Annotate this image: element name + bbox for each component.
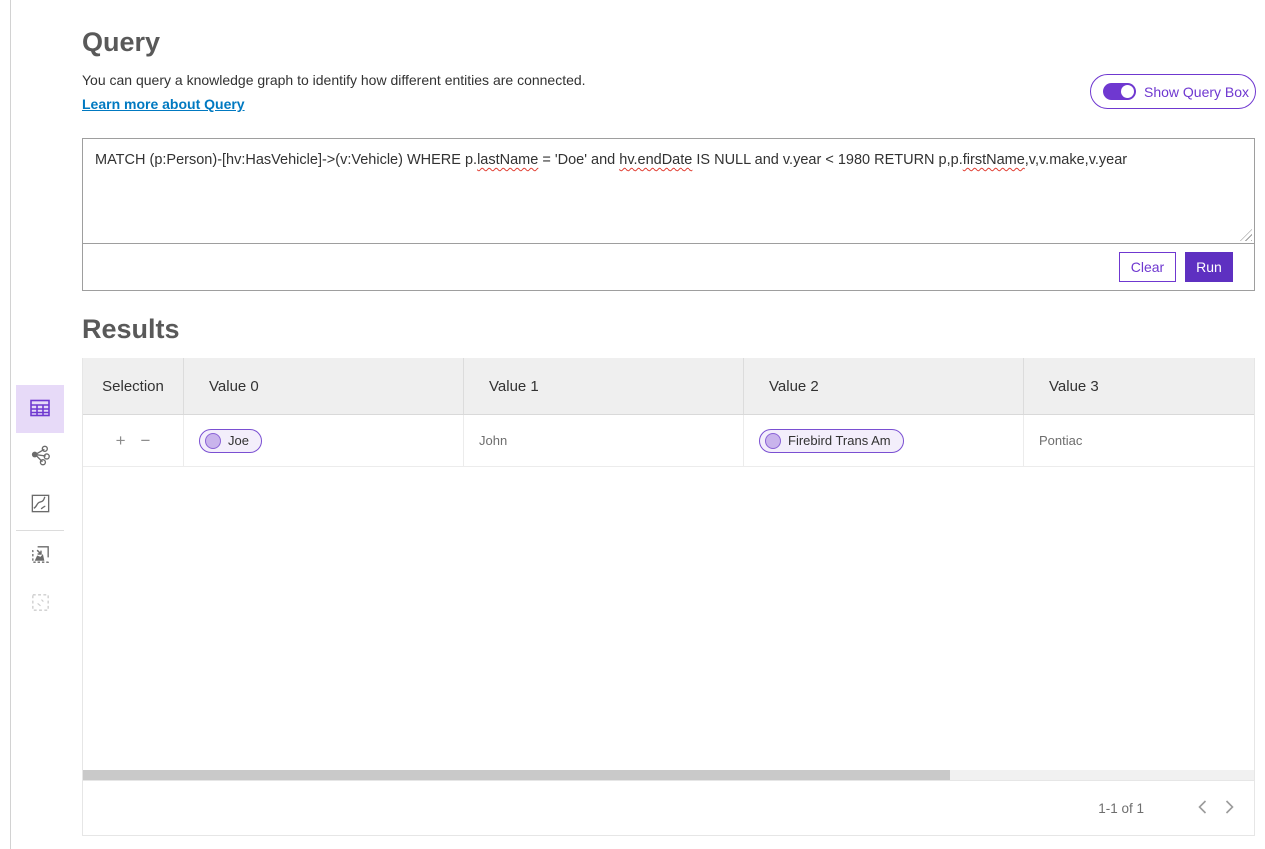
query-input[interactable]: MATCH (p:Person)-[hv:HasVehicle]->(v:Veh… xyxy=(83,139,1254,244)
results-view-toolbar xyxy=(16,385,64,628)
entity-icon xyxy=(205,433,221,449)
selection-cell: + − xyxy=(83,415,183,466)
map-view-button[interactable] xyxy=(16,481,64,529)
column-header-value0: Value 0 xyxy=(183,358,463,414)
map-icon xyxy=(29,492,52,518)
query-text-segment: firstName xyxy=(963,152,1025,168)
table-row: + − Joe John Firebird Trans Am Pontiac xyxy=(83,415,1254,467)
column-header-value2: Value 2 xyxy=(743,358,1023,414)
chevron-left-icon xyxy=(1198,800,1207,817)
run-button[interactable]: Run xyxy=(1185,252,1233,282)
entity-pill-label: Firebird Trans Am xyxy=(788,433,891,448)
value3-cell: Pontiac xyxy=(1023,415,1254,466)
add-to-selection-icon xyxy=(29,591,52,617)
resize-handle[interactable] xyxy=(1240,229,1252,241)
results-table-header: Selection Value 0 Value 1 Value 2 Value … xyxy=(83,358,1254,415)
add-to-map-button[interactable] xyxy=(16,532,64,580)
link-chart-icon xyxy=(29,444,52,470)
table-view-button[interactable] xyxy=(16,385,64,433)
query-footer: Clear Run xyxy=(83,244,1254,290)
next-page-button[interactable] xyxy=(1225,800,1234,817)
show-query-box-toggle[interactable]: Show Query Box xyxy=(1090,74,1256,109)
chevron-right-icon xyxy=(1225,800,1234,817)
page-description: You can query a knowledge graph to ident… xyxy=(82,72,586,88)
link-chart-view-button[interactable] xyxy=(16,433,64,481)
horizontal-scrollbar-thumb[interactable] xyxy=(83,770,950,780)
query-panel: MATCH (p:Person)-[hv:HasVehicle]->(v:Veh… xyxy=(82,138,1255,291)
query-text-segment: lastName xyxy=(477,152,538,168)
remove-selection-button[interactable]: − xyxy=(141,432,151,449)
add-selection-button[interactable]: + xyxy=(116,432,126,449)
previous-page-button[interactable] xyxy=(1198,800,1207,817)
table-icon xyxy=(28,396,52,423)
query-text-segment: MATCH (p:Person)-[hv:HasVehicle]->(v:Veh… xyxy=(95,152,477,168)
horizontal-scrollbar-track[interactable] xyxy=(83,770,1254,780)
table-body-empty xyxy=(83,467,1254,770)
query-text-segment: = 'Doe' and xyxy=(538,152,619,168)
value2-cell: Firebird Trans Am xyxy=(743,415,1023,466)
toolbar-divider xyxy=(16,530,64,531)
toggle-label: Show Query Box xyxy=(1144,84,1249,100)
query-text-segment: IS NULL and v.year < 1980 RETURN p,p. xyxy=(692,152,962,168)
entity-pill-firebird[interactable]: Firebird Trans Am xyxy=(759,429,904,453)
value0-cell: Joe xyxy=(183,415,463,466)
left-edge-divider xyxy=(10,0,11,849)
entity-pill-joe[interactable]: Joe xyxy=(199,429,262,453)
pagination-range: 1-1 of 1 xyxy=(1098,801,1144,816)
column-header-value1: Value 1 xyxy=(463,358,743,414)
results-title: Results xyxy=(82,314,180,345)
results-panel: Selection Value 0 Value 1 Value 2 Value … xyxy=(82,358,1255,836)
value1-cell: John xyxy=(463,415,743,466)
add-to-selection-button[interactable] xyxy=(16,580,64,628)
page-title: Query xyxy=(82,27,160,58)
column-header-selection: Selection xyxy=(83,358,183,414)
toggle-switch-icon xyxy=(1103,83,1136,100)
query-text-segment: ,v,v.make,v.year xyxy=(1025,152,1127,168)
learn-more-link[interactable]: Learn more about Query xyxy=(82,96,245,112)
add-to-map-icon xyxy=(29,543,52,569)
entity-pill-label: Joe xyxy=(228,433,249,448)
clear-button[interactable]: Clear xyxy=(1119,252,1176,282)
results-footer: 1-1 of 1 xyxy=(83,780,1254,835)
query-text-segment: hv.endDate xyxy=(619,152,692,168)
column-header-value3: Value 3 xyxy=(1023,358,1254,414)
query-text: MATCH (p:Person)-[hv:HasVehicle]->(v:Veh… xyxy=(95,152,1127,168)
entity-icon xyxy=(765,433,781,449)
